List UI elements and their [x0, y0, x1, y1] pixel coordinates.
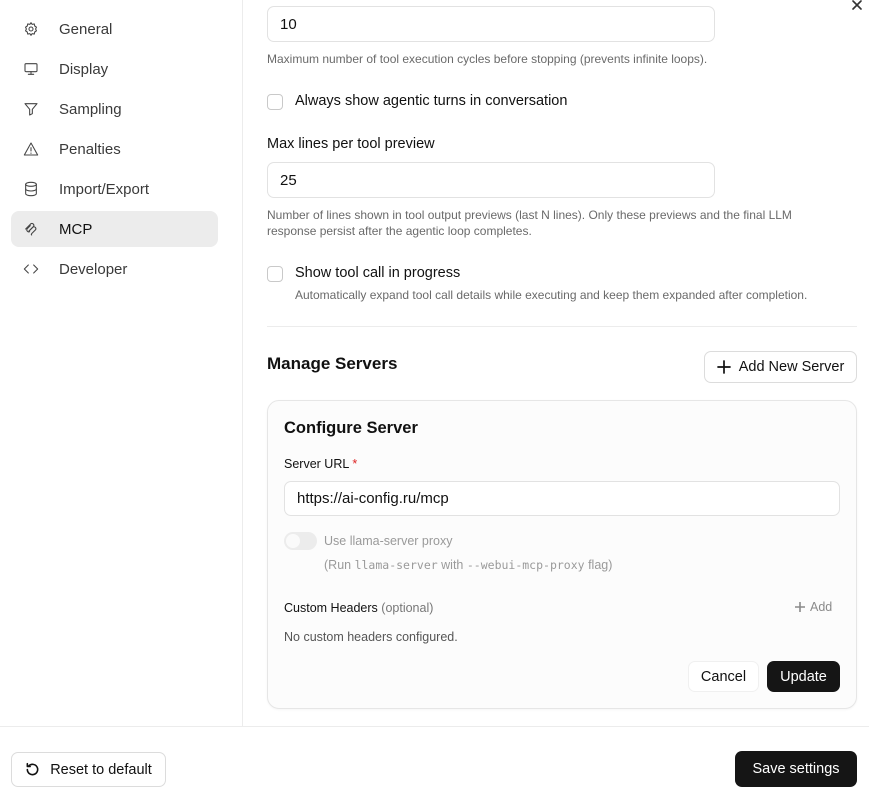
sidebar-item-mcp[interactable]: MCP	[11, 211, 218, 247]
max-tool-cycles-value: 10	[280, 15, 297, 33]
configure-server-title: Configure Server	[284, 419, 418, 437]
plus-icon	[795, 602, 805, 612]
manage-servers-title: Manage Servers	[267, 354, 398, 373]
sidebar-item-label: Sampling	[59, 100, 122, 118]
update-button[interactable]: Update	[767, 661, 840, 692]
server-url-value: https://ai-config.ru/mcp	[297, 490, 449, 507]
add-header-button[interactable]: Add	[795, 600, 832, 614]
show-tool-call-help: Automatically expand tool call details w…	[295, 288, 808, 302]
sidebar-item-label: Penalties	[59, 140, 121, 158]
proxy-hint-command: llama-server	[354, 558, 438, 572]
max-lines-label: Max lines per tool preview	[267, 136, 435, 152]
close-icon	[852, 0, 862, 10]
add-new-server-button[interactable]: Add New Server	[704, 351, 857, 383]
sidebar-item-label: Display	[59, 60, 109, 78]
sidebar-item-label: Developer	[59, 260, 128, 278]
close-button[interactable]	[848, 0, 866, 14]
llama-proxy-toggle[interactable]	[284, 532, 317, 550]
llama-proxy-hint: (Run llama-server with --webui-mcp-proxy…	[324, 558, 612, 572]
save-settings-button[interactable]: Save settings	[735, 751, 857, 787]
llama-proxy-label: Use llama-server proxy	[324, 534, 453, 548]
proxy-hint-flag: --webui-mcp-proxy	[466, 558, 585, 572]
monitor-icon	[23, 61, 39, 77]
warning-triangle-icon	[23, 141, 39, 157]
database-icon	[23, 181, 39, 197]
reset-to-default-label: Reset to default	[50, 761, 152, 778]
settings-sidebar: General Display Sampling Penalties Impor…	[0, 0, 243, 726]
plus-icon	[716, 360, 731, 374]
max-lines-help-line-1: Number of lines shown in tool output pre…	[267, 208, 792, 222]
sidebar-item-penalties[interactable]: Penalties	[11, 131, 218, 167]
gear-icon	[23, 21, 39, 37]
max-lines-value: 25	[280, 171, 297, 189]
cancel-button[interactable]: Cancel	[688, 661, 759, 692]
reset-icon	[26, 762, 39, 776]
max-tool-cycles-input[interactable]: 10	[267, 6, 715, 42]
server-url-label-text: Server URL	[284, 457, 349, 471]
code-icon	[23, 261, 39, 277]
reset-to-default-button[interactable]: Reset to default	[11, 752, 166, 787]
sidebar-item-label: MCP	[59, 220, 93, 238]
proxy-hint-open: (Run	[324, 558, 352, 572]
add-new-server-label: Add New Server	[738, 359, 845, 375]
sidebar-item-label: Import/Export	[59, 180, 150, 198]
max-tool-cycles-help: Maximum number of tool execution cycles …	[267, 52, 708, 66]
funnel-icon	[23, 101, 39, 117]
max-lines-input[interactable]: 25	[267, 162, 715, 198]
max-lines-help-line-2: response persist after the agentic loop …	[267, 224, 532, 238]
proxy-hint-close: flag)	[588, 558, 613, 572]
sidebar-item-developer[interactable]: Developer	[11, 251, 218, 287]
show-tool-call-label: Show tool call in progress	[295, 265, 461, 281]
add-header-label: Add	[810, 600, 833, 614]
sidebar-item-import-export[interactable]: Import/Export	[11, 171, 218, 207]
show-tool-call-checkbox[interactable]	[267, 266, 283, 282]
server-url-input[interactable]: https://ai-config.ru/mcp	[284, 481, 840, 516]
proxy-hint-with: with	[441, 558, 464, 572]
custom-headers-label-text: Custom Headers	[284, 601, 378, 615]
custom-headers-label: Custom Headers (optional)	[284, 601, 433, 615]
no-custom-headers-text: No custom headers configured.	[284, 630, 458, 644]
sidebar-item-label: General	[59, 20, 113, 38]
sidebar-item-sampling[interactable]: Sampling	[11, 91, 218, 127]
custom-headers-optional: (optional)	[381, 601, 434, 615]
server-url-label: Server URL *	[284, 457, 357, 471]
section-divider	[267, 326, 857, 327]
always-show-turns-label: Always show agentic turns in conversatio…	[295, 93, 568, 109]
required-marker: *	[352, 457, 358, 471]
sidebar-item-general[interactable]: General	[11, 11, 218, 47]
sidebar-item-display[interactable]: Display	[11, 51, 218, 87]
mcp-icon	[23, 221, 39, 237]
always-show-turns-checkbox[interactable]	[267, 94, 283, 110]
